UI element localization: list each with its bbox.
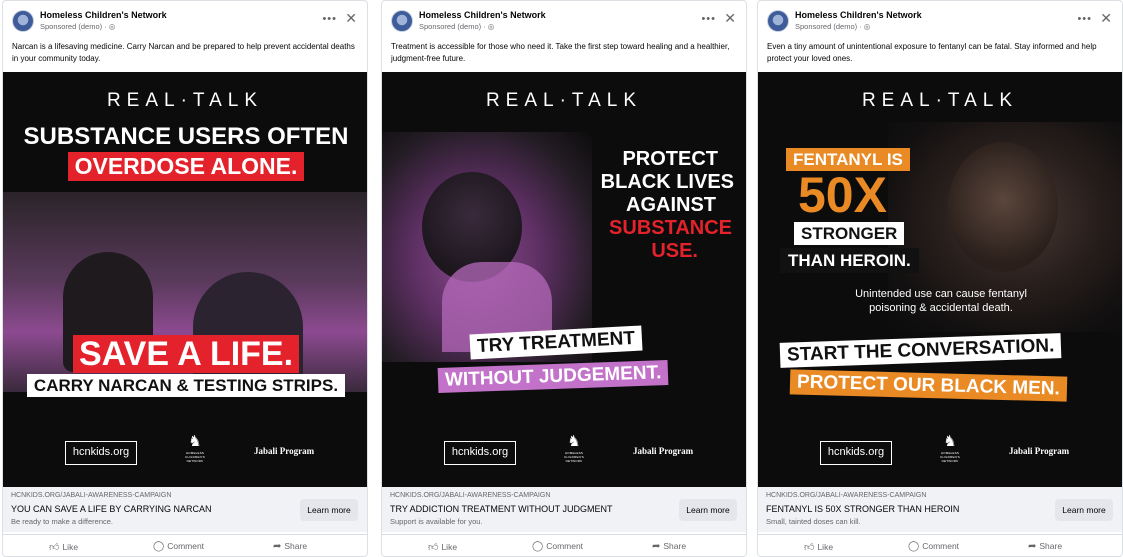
link-preview[interactable]: HCNKIDS.ORG/JABALI-AWARENESS-CAMPAIGN FE… — [758, 487, 1122, 532]
learn-more-button[interactable]: Learn more — [300, 499, 358, 521]
subtext-line-2: poisoning & accidental death. — [869, 302, 1013, 314]
post-header: Homeless Children's Network Sponsored (d… — [382, 1, 746, 39]
like-button[interactable]: 👍︎ Like — [49, 541, 78, 553]
subtext-line-1: Unintended use can cause fentanyl — [855, 288, 1027, 300]
globe-icon: ◎ — [108, 22, 116, 31]
ad-footer-logos: hcnkids.org ♞ HOMELESS CHILDREN'S NETWOR… — [3, 433, 367, 473]
cta-line-1: SAVE A LIFE. — [72, 335, 300, 373]
post-caption: Narcan is a lifesaving medicine. Carry N… — [12, 42, 355, 63]
close-icon[interactable]: ✕ — [345, 10, 357, 27]
site-url-box: hcnkids.org — [65, 441, 137, 465]
headline-line-4: THAN HEROIN. — [780, 248, 919, 273]
link-description: Be ready to make a difference. — [11, 517, 114, 526]
brand-title: REAL·TALK — [861, 90, 1019, 111]
learn-more-button[interactable]: Learn more — [1055, 499, 1113, 521]
cta-line-2: CARRY NARCAN & TESTING STRIPS. — [26, 374, 346, 397]
post-actions: 👍︎ Like ◯ Comment ➦ Share — [758, 534, 1122, 556]
comment-icon: ◯ — [153, 541, 165, 552]
sponsored-label: Sponsored (demo) · ◎ — [40, 22, 116, 31]
link-title: TRY ADDICTION TREATMENT WITHOUT JUDGMENT — [390, 504, 613, 514]
share-icon: ➦ — [273, 541, 282, 552]
headline-line-3: STRONGER — [794, 222, 905, 245]
like-button[interactable]: 👍︎ Like — [804, 541, 833, 553]
comment-icon: ◯ — [908, 541, 920, 552]
learn-more-button[interactable]: Learn more — [679, 499, 737, 521]
hcn-logo: ♞ HOMELESS CHILDREN'S NETWORK — [185, 433, 205, 463]
link-title: FENTANYL IS 50X STRONGER THAN HEROIN — [766, 504, 960, 514]
page-avatar[interactable] — [767, 10, 789, 32]
post-caption: Even a tiny amount of unintentional expo… — [767, 42, 1097, 63]
headline-line-2: BLACK LIVES — [600, 171, 734, 193]
ad-footer-logos: hcnkids.org ♞ HOMELESS CHILDREN'S NETWOR… — [382, 433, 746, 473]
more-options-icon[interactable]: ••• — [1077, 13, 1092, 25]
comment-icon: ◯ — [532, 541, 544, 552]
link-title: YOU CAN SAVE A LIFE BY CARRYING NARCAN — [11, 504, 212, 514]
like-button[interactable]: 👍︎ Like — [428, 541, 457, 553]
cta-line-1: START THE CONVERSATION. — [779, 333, 1062, 368]
close-icon[interactable]: ✕ — [1100, 10, 1112, 27]
brand-title: REAL·TALK — [485, 90, 643, 111]
ad-card-fentanyl: Homeless Children's Network Sponsored (d… — [757, 0, 1123, 557]
sponsored-label: Sponsored (demo) · ◎ — [795, 22, 871, 31]
ad-card-treatment: Homeless Children's Network Sponsored (d… — [381, 0, 747, 557]
link-preview[interactable]: HCNKIDS.ORG/JABALI-AWARENESS-CAMPAIGN YO… — [3, 487, 367, 532]
close-icon[interactable]: ✕ — [724, 10, 736, 27]
share-icon: ➦ — [652, 541, 661, 552]
post-actions: 👍︎ Like ◯ Comment ➦ Share — [3, 534, 367, 556]
link-preview[interactable]: HCNKIDS.ORG/JABALI-AWARENESS-CAMPAIGN TR… — [382, 487, 746, 532]
page-name[interactable]: Homeless Children's Network — [40, 10, 167, 20]
post-caption: Treatment is accessible for those who ne… — [391, 42, 730, 63]
headline-line-1: PROTECT — [622, 148, 718, 170]
site-url-box: hcnkids.org — [820, 441, 892, 465]
ad-creative[interactable]: REAL·TALK SUBSTANCE USERS OFTEN OVERDOSE… — [3, 72, 367, 487]
thumbs-up-icon: 👍︎ — [49, 542, 60, 553]
ad-footer-logos: hcnkids.org ♞ HOMELESS CHILDREN'S NETWOR… — [758, 433, 1122, 473]
share-button[interactable]: ➦ Share — [652, 541, 686, 552]
headline-line-4: SUBSTANCE — [609, 217, 732, 239]
more-options-icon[interactable]: ••• — [701, 13, 716, 25]
comment-button[interactable]: ◯ Comment — [532, 541, 583, 552]
headline-line-3: AGAINST — [626, 194, 716, 216]
globe-icon: ◎ — [487, 22, 495, 31]
share-button[interactable]: ➦ Share — [1028, 541, 1062, 552]
page-name[interactable]: Homeless Children's Network — [419, 10, 546, 20]
post-actions: 👍︎ Like ◯ Comment ➦ Share — [382, 534, 746, 556]
headline-line-1: SUBSTANCE USERS OFTEN — [23, 123, 349, 150]
more-options-icon[interactable]: ••• — [322, 13, 337, 25]
ad-creative[interactable]: REAL·TALK FENTANYL IS 50X STRONGER THAN … — [758, 72, 1122, 487]
headline-line-2: OVERDOSE ALONE. — [67, 152, 305, 181]
comment-button[interactable]: ◯ Comment — [153, 541, 204, 552]
sponsored-label: Sponsored (demo) · ◎ — [419, 22, 495, 31]
ad-creative[interactable]: REAL·TALK PROTECT BLACK LIVES AGAINST SU… — [382, 72, 746, 487]
brand-title: REAL·TALK — [106, 90, 264, 111]
link-url: HCNKIDS.ORG/JABALI-AWARENESS-CAMPAIGN — [766, 492, 927, 499]
share-button[interactable]: ➦ Share — [273, 541, 307, 552]
link-url: HCNKIDS.ORG/JABALI-AWARENESS-CAMPAIGN — [390, 492, 551, 499]
page-avatar[interactable] — [12, 10, 34, 32]
link-url: HCNKIDS.ORG/JABALI-AWARENESS-CAMPAIGN — [11, 492, 172, 499]
link-description: Small, tainted doses can kill. — [766, 517, 861, 526]
page-avatar[interactable] — [391, 10, 413, 32]
page-name[interactable]: Homeless Children's Network — [795, 10, 922, 20]
jabali-program-label: Jabali Program — [633, 446, 694, 456]
jabali-program-label: Jabali Program — [1009, 446, 1070, 456]
headline-line-2: 50X — [798, 167, 887, 223]
comment-button[interactable]: ◯ Comment — [908, 541, 959, 552]
globe-icon: ◎ — [863, 22, 871, 31]
cta-line-2: WITHOUT JUDGEMENT. — [437, 359, 669, 394]
cta-line-2: PROTECT OUR BLACK MEN. — [789, 369, 1068, 402]
post-header: Homeless Children's Network Sponsored (d… — [758, 1, 1122, 39]
share-icon: ➦ — [1028, 541, 1037, 552]
post-header: Homeless Children's Network Sponsored (d… — [3, 1, 367, 39]
site-url-box: hcnkids.org — [444, 441, 516, 465]
ad-card-narcan: Homeless Children's Network Sponsored (d… — [2, 0, 368, 557]
jabali-program-label: Jabali Program — [254, 446, 315, 456]
thumbs-up-icon: 👍︎ — [804, 542, 815, 553]
link-description: Support is available for you. — [390, 517, 483, 526]
headline-line-5: USE. — [651, 240, 698, 262]
thumbs-up-icon: 👍︎ — [428, 542, 439, 553]
hcn-logo: ♞ HOMELESS CHILDREN'S NETWORK — [564, 433, 584, 463]
hcn-logo: ♞ HOMELESS CHILDREN'S NETWORK — [940, 433, 960, 463]
